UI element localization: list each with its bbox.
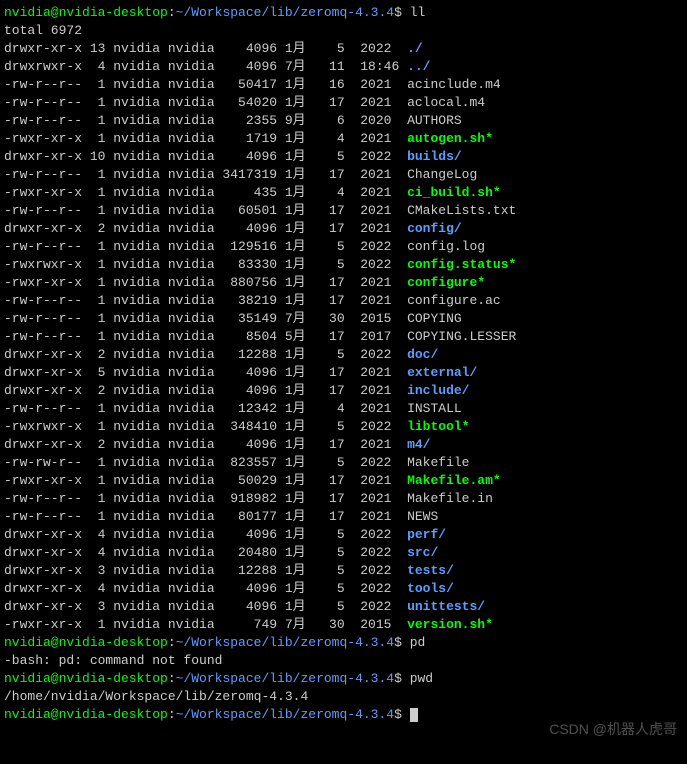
file-entry: -rwxrwxr-x 1 nvidia nvidia 348410 1月 5 2… [4, 418, 683, 436]
file-entry: -rw-r--r-- 1 nvidia nvidia 918982 1月 17 … [4, 490, 683, 508]
file-entry: drwxr-xr-x 2 nvidia nvidia 12288 1月 5 20… [4, 346, 683, 364]
file-entry: -rw-r--r-- 1 nvidia nvidia 54020 1月 17 2… [4, 94, 683, 112]
file-entry: -rwxr-xr-x 1 nvidia nvidia 1719 1月 4 202… [4, 130, 683, 148]
file-entry: drwxr-xr-x 3 nvidia nvidia 12288 1月 5 20… [4, 562, 683, 580]
file-entry: -rw-r--r-- 1 nvidia nvidia 80177 1月 17 2… [4, 508, 683, 526]
file-entry: -rw-r--r-- 1 nvidia nvidia 60501 1月 17 2… [4, 202, 683, 220]
prompt-line: nvidia@nvidia-desktop:~/Workspace/lib/ze… [4, 634, 683, 652]
file-entry: drwxr-xr-x 5 nvidia nvidia 4096 1月 17 20… [4, 364, 683, 382]
terminal-output[interactable]: nvidia@nvidia-desktop:~/Workspace/lib/ze… [4, 4, 683, 724]
file-entry: drwxr-xr-x 4 nvidia nvidia 20480 1月 5 20… [4, 544, 683, 562]
file-entry: drwxr-xr-x 10 nvidia nvidia 4096 1月 5 20… [4, 148, 683, 166]
error-line: -bash: pd: command not found [4, 652, 683, 670]
file-entry: -rw-r--r-- 1 nvidia nvidia 12342 1月 4 20… [4, 400, 683, 418]
file-entry: -rw-rw-r-- 1 nvidia nvidia 823557 1月 5 2… [4, 454, 683, 472]
file-entry: drwxr-xr-x 3 nvidia nvidia 4096 1月 5 202… [4, 598, 683, 616]
file-entry: drwxr-xr-x 2 nvidia nvidia 4096 1月 17 20… [4, 220, 683, 238]
file-entry: -rwxr-xr-x 1 nvidia nvidia 749 7月 30 201… [4, 616, 683, 634]
file-entry: -rw-r--r-- 1 nvidia nvidia 129516 1月 5 2… [4, 238, 683, 256]
file-entry: drwxr-xr-x 2 nvidia nvidia 4096 1月 17 20… [4, 382, 683, 400]
file-entry: -rwxrwxr-x 1 nvidia nvidia 83330 1月 5 20… [4, 256, 683, 274]
prompt-line: nvidia@nvidia-desktop:~/Workspace/lib/ze… [4, 670, 683, 688]
file-entry: -rw-r--r-- 1 nvidia nvidia 3417319 1月 17… [4, 166, 683, 184]
pwd-output: /home/nvidia/Workspace/lib/zeromq-4.3.4 [4, 688, 683, 706]
file-entry: -rwxr-xr-x 1 nvidia nvidia 435 1月 4 2021… [4, 184, 683, 202]
cursor-icon [410, 708, 418, 722]
file-entry: drwxr-xr-x 4 nvidia nvidia 4096 1月 5 202… [4, 580, 683, 598]
file-entry: -rw-r--r-- 1 nvidia nvidia 35149 7月 30 2… [4, 310, 683, 328]
file-entry: -rw-r--r-- 1 nvidia nvidia 8504 5月 17 20… [4, 328, 683, 346]
file-entry: drwxr-xr-x 13 nvidia nvidia 4096 1月 5 20… [4, 40, 683, 58]
file-entry: -rw-r--r-- 1 nvidia nvidia 50417 1月 16 2… [4, 76, 683, 94]
file-entry: drwxr-xr-x 2 nvidia nvidia 4096 1月 17 20… [4, 436, 683, 454]
total-line: total 6972 [4, 22, 683, 40]
prompt-line: nvidia@nvidia-desktop:~/Workspace/lib/ze… [4, 4, 683, 22]
file-entry: drwxrwxr-x 4 nvidia nvidia 4096 7月 11 18… [4, 58, 683, 76]
file-entry: -rw-r--r-- 1 nvidia nvidia 38219 1月 17 2… [4, 292, 683, 310]
file-entry: -rwxr-xr-x 1 nvidia nvidia 880756 1月 17 … [4, 274, 683, 292]
file-entry: -rw-r--r-- 1 nvidia nvidia 2355 9月 6 202… [4, 112, 683, 130]
watermark: CSDN @机器人虎哥 [549, 720, 677, 738]
file-entry: drwxr-xr-x 4 nvidia nvidia 4096 1月 5 202… [4, 526, 683, 544]
file-entry: -rwxr-xr-x 1 nvidia nvidia 50029 1月 17 2… [4, 472, 683, 490]
